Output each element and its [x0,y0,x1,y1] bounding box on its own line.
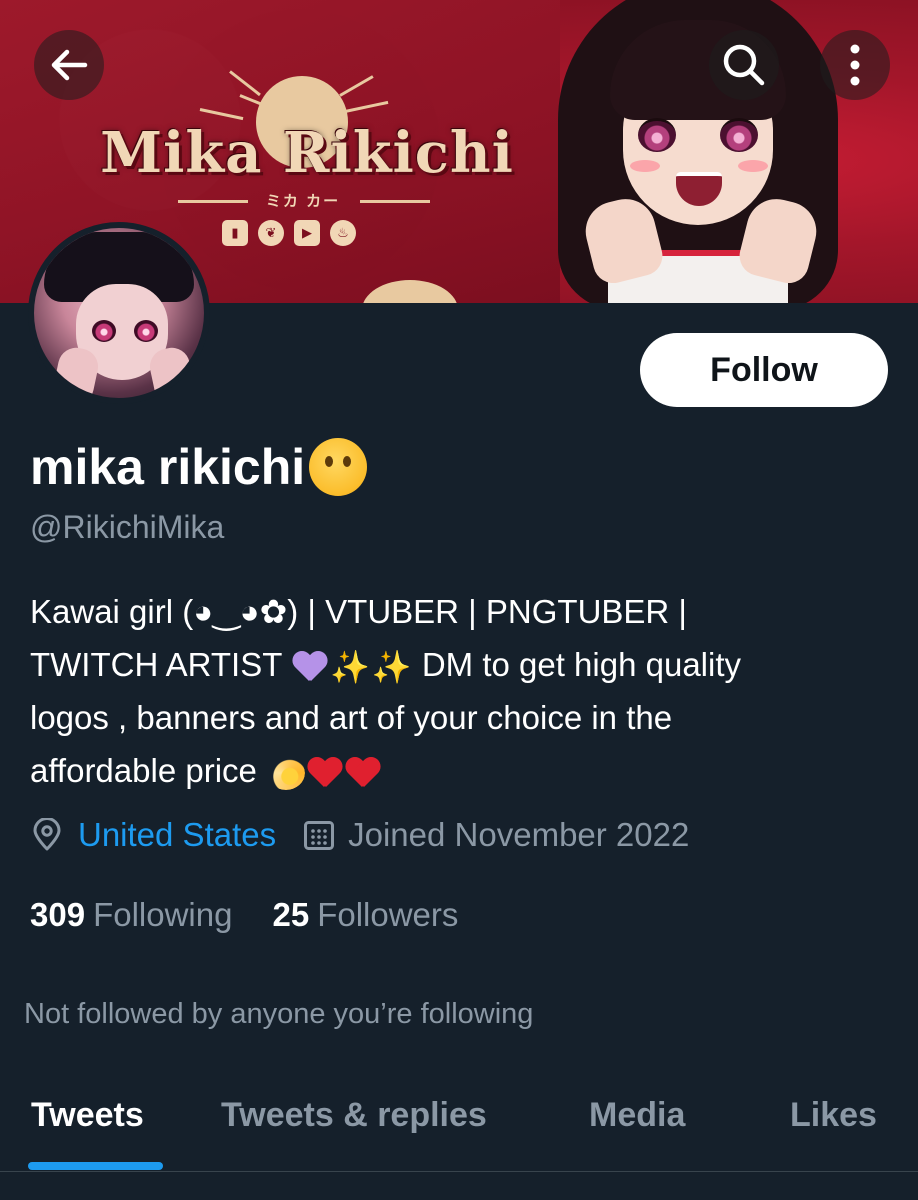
bio-line: affordable price [30,744,890,797]
active-tab-indicator [28,1162,163,1170]
bio-line: TWITCH ARTIST ✨✨ DM to get high quality [30,638,890,691]
display-name: mika rikichi [30,438,368,496]
more-options-button[interactable] [820,30,890,100]
profile-tabs: Tweets Tweets & replies Media Likes [0,1070,918,1172]
youtube-icon: ▶ [294,220,320,246]
sparkles-emoji-icon: ✨ [371,649,412,686]
purple-heart-emoji-icon [292,650,328,684]
bio-line: Kawai girl (◕‿◕✿) | VTUBER | PNGTUBER | [30,593,688,630]
back-button[interactable] [34,30,104,100]
follow-stats: 309 Following 25 Followers [30,896,458,934]
arrow-left-icon [51,49,88,81]
following-link[interactable]: 309 Following [30,896,232,934]
more-vertical-icon [850,44,860,86]
tab-tweets-replies[interactable]: Tweets & replies [221,1096,487,1135]
follow-button[interactable]: Follow [640,333,888,407]
followers-label: Followers [317,896,459,933]
kofi-icon: ♨ [330,220,356,246]
banner-subtitle: ミカ カー [265,193,341,210]
red-heart-emoji-icon [345,756,381,790]
banner-character-art [548,0,848,303]
twitch-icon: ▮ [222,220,248,246]
tab-likes[interactable]: Likes [790,1096,877,1135]
mutual-followers-note: Not followed by anyone you’re following [24,998,534,1030]
display-name-text: mika rikichi [30,439,306,495]
bio-text: affordable price [30,752,257,789]
followers-link[interactable]: 25 Followers [272,896,458,934]
location-pin-icon [33,818,61,851]
user-handle: @RikichiMika [30,509,225,545]
bio-line: logos , banners and art of your choice i… [30,699,673,736]
thinking-face-emoji-icon [309,438,368,496]
profile-bio: Kawai girl (◕‿◕✿) | VTUBER | PNGTUBER | … [30,585,890,797]
twitter-icon: ❦ [258,220,284,246]
red-heart-emoji-icon [307,756,343,790]
avatar[interactable] [28,222,210,404]
search-icon [723,44,765,86]
banner-title: Mika Rikichi [100,120,514,186]
tab-tweets[interactable]: Tweets [31,1096,144,1135]
location-link[interactable]: United States [78,816,276,854]
following-count: 309 [30,896,86,933]
bio-text: TWITCH ARTIST [30,646,282,683]
banner-social-icons: ▮ ❦ ▶ ♨ [222,220,356,246]
bio-text: DM to get high quality [421,646,741,683]
followers-count: 25 [272,896,310,933]
sparkles-emoji-icon: ✨ [329,649,370,686]
following-label: Following [93,896,233,933]
profile-meta: United States Joined November 2022 [30,816,689,854]
dizzy-emoji-icon [267,756,306,791]
search-button[interactable] [709,30,779,100]
calendar-icon [304,821,335,850]
profile-page: Mika Rikichi ミカ カー ▮ ❦ ▶ ♨ Follow mika r… [0,0,918,1200]
tab-media[interactable]: Media [589,1096,685,1135]
joined-date: Joined November 2022 [348,816,690,853]
